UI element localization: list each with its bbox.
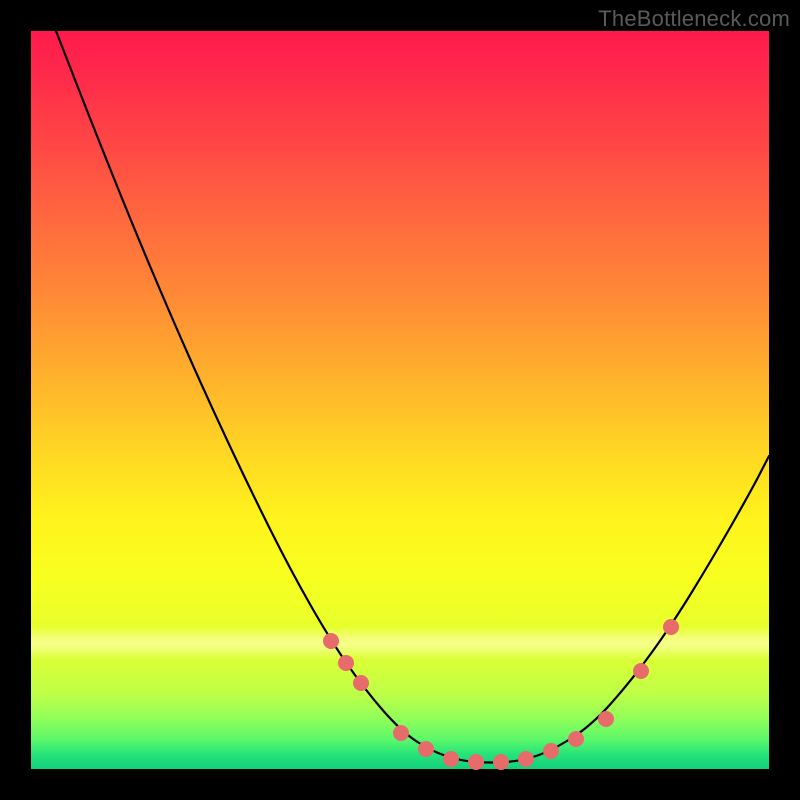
marker-point: [418, 741, 434, 757]
curve-svg: [31, 31, 769, 769]
bottleneck-curve: [56, 31, 769, 763]
plot-area: [31, 31, 769, 769]
marker-point: [393, 725, 409, 741]
marker-point: [493, 754, 509, 770]
marker-point: [323, 633, 339, 649]
highlight-points: [323, 619, 679, 770]
marker-point: [468, 754, 484, 770]
watermark-text: TheBottleneck.com: [598, 6, 790, 32]
marker-point: [353, 675, 369, 691]
marker-point: [633, 663, 649, 679]
marker-point: [543, 743, 559, 759]
marker-point: [598, 711, 614, 727]
marker-point: [663, 619, 679, 635]
marker-point: [518, 751, 534, 767]
marker-point: [338, 655, 354, 671]
marker-point: [443, 751, 459, 767]
marker-point: [568, 731, 584, 747]
chart-stage: TheBottleneck.com: [0, 0, 800, 800]
